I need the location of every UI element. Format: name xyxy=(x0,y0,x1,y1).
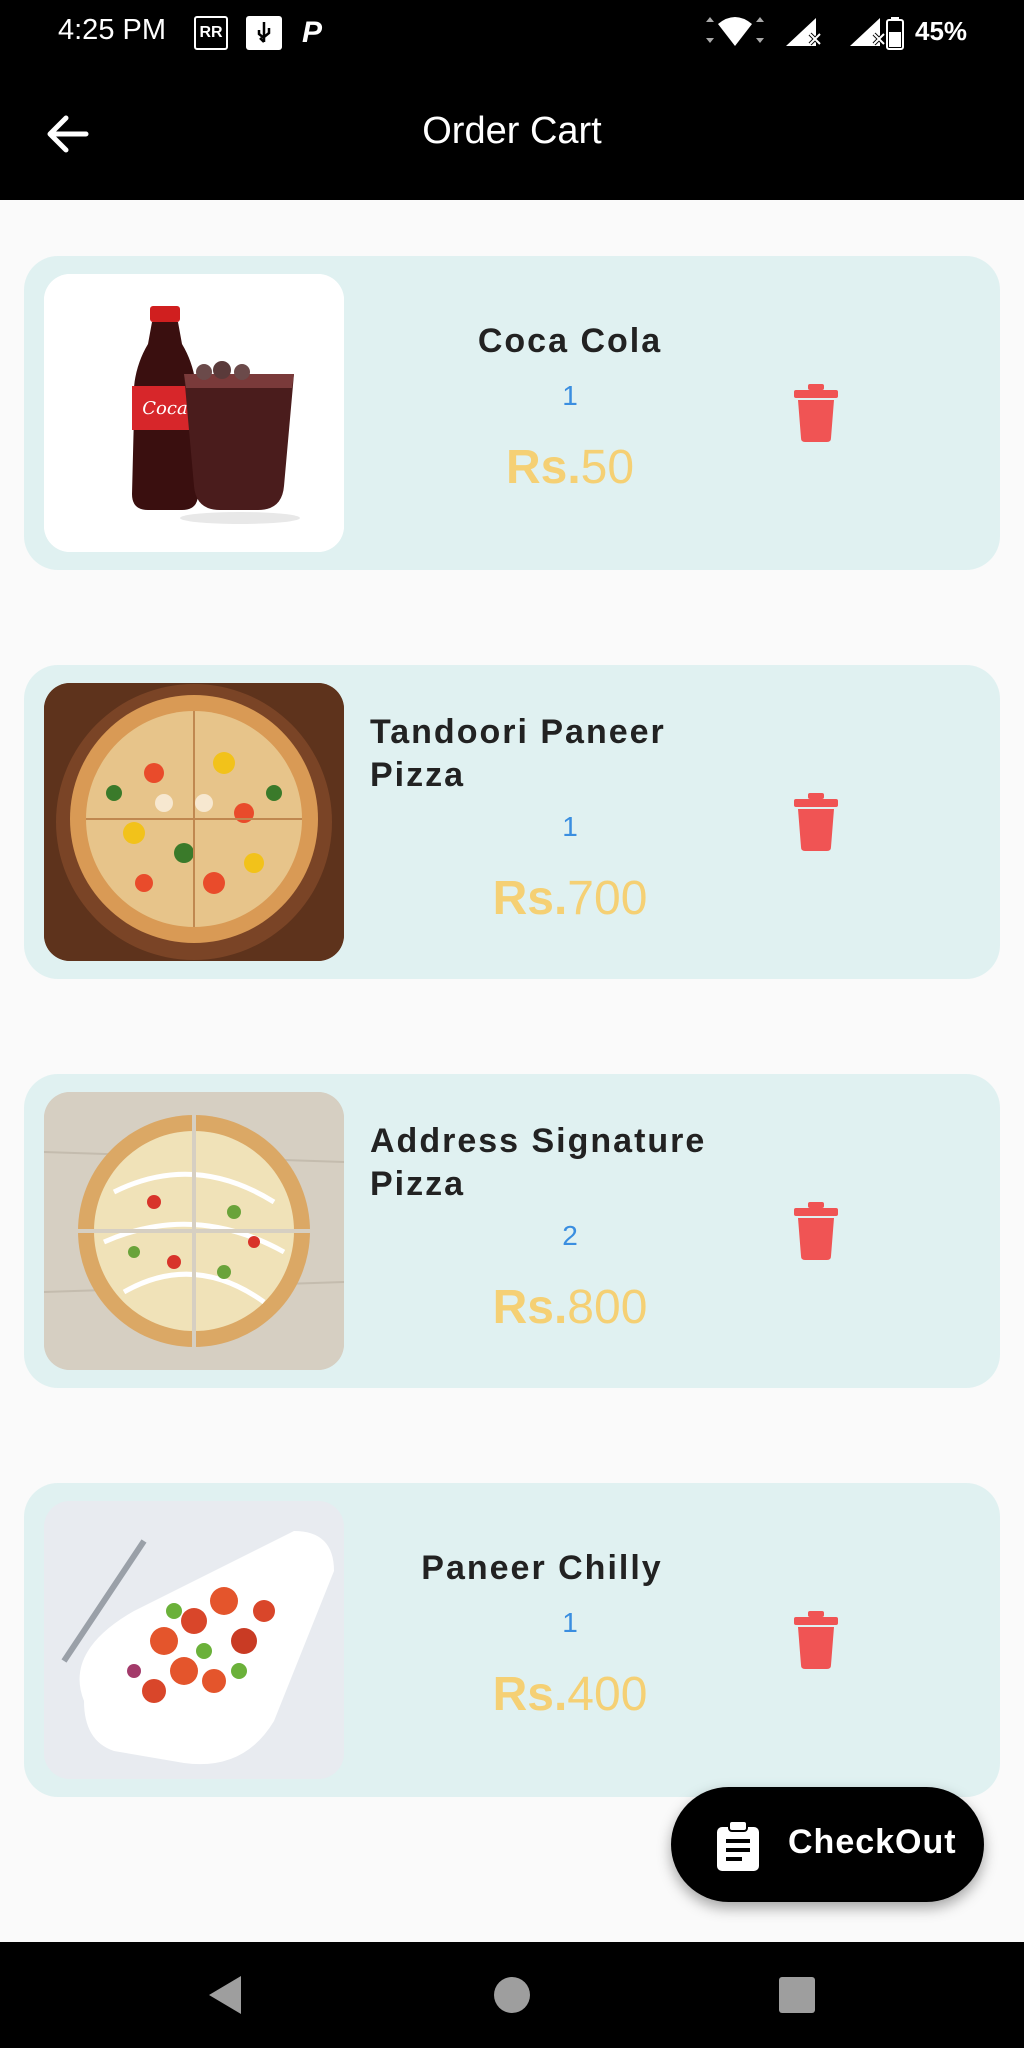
item-price: Rs.700 xyxy=(370,871,770,926)
cart-item-card: Paneer Chilly 1 Rs.400 xyxy=(24,1483,1000,1797)
square-recents-icon xyxy=(779,1977,815,2013)
checkout-button[interactable]: CheckOut xyxy=(671,1787,984,1902)
delete-button[interactable] xyxy=(792,1202,840,1260)
item-price: Rs.800 xyxy=(370,1280,770,1335)
trash-icon xyxy=(794,384,838,442)
item-quantity: 1 xyxy=(562,1607,578,1638)
item-name: Paneer Chilly xyxy=(421,1549,663,1587)
triangle-back-icon xyxy=(209,1976,241,2014)
status-time: 4:25 PM xyxy=(58,14,166,46)
signal-icon xyxy=(782,16,826,50)
price-currency: Rs. xyxy=(505,441,581,494)
trash-icon xyxy=(794,1202,838,1260)
nav-back-button[interactable] xyxy=(203,1972,249,2018)
app-bar: Order Cart xyxy=(0,66,1024,200)
signal-icon-2 xyxy=(846,16,890,50)
item-price: Rs.50 xyxy=(370,440,770,495)
battery-icon xyxy=(886,16,904,50)
signature-pizza-image xyxy=(44,1092,344,1370)
item-name: Coca Cola xyxy=(477,322,663,360)
item-info: Coca Cola 1 Rs.50 xyxy=(370,256,770,570)
item-quantity: 1 xyxy=(562,811,578,842)
item-name: Address Signature Pizza xyxy=(370,1122,707,1203)
price-amount: 800 xyxy=(567,1281,648,1334)
cart-item-card: Tandoori Paneer Pizza 1 Rs.700 xyxy=(24,665,1000,979)
svg-text:Coca: Coca xyxy=(142,398,187,419)
status-bar: 4:25 PM RR P 45% xyxy=(0,0,1024,66)
paneer-chilly-image xyxy=(44,1501,344,1779)
item-info: Tandoori Paneer Pizza 1 Rs.700 xyxy=(370,665,770,979)
cart-item-card: Address Signature Pizza 2 Rs.800 xyxy=(24,1074,1000,1388)
trash-icon xyxy=(794,1611,838,1669)
clipboard-icon xyxy=(717,1821,759,1871)
delete-button[interactable] xyxy=(792,793,840,851)
price-currency: Rs. xyxy=(492,872,568,925)
usb-icon xyxy=(246,16,282,50)
checkout-label: CheckOut xyxy=(788,1823,957,1861)
page-title: Order Cart xyxy=(422,110,602,152)
price-currency: Rs. xyxy=(492,1281,568,1334)
battery-percent: 45% xyxy=(915,16,968,46)
delete-button[interactable] xyxy=(792,384,840,442)
item-price: Rs.400 xyxy=(370,1667,770,1722)
coca-cola-image: Coca xyxy=(44,274,344,552)
sim-rr-icon: RR xyxy=(194,16,228,50)
item-name: Tandoori Paneer Pizza xyxy=(370,713,666,794)
trash-icon xyxy=(794,793,838,851)
price-currency: Rs. xyxy=(492,1668,568,1721)
parking-icon: P xyxy=(302,16,323,49)
delete-button[interactable] xyxy=(792,1611,840,1669)
item-info: Paneer Chilly 1 Rs.400 xyxy=(370,1483,770,1797)
cart-item-card: Coca Coca Cola 1 Rs.50 xyxy=(24,256,1000,570)
price-amount: 50 xyxy=(580,441,635,494)
price-amount: 700 xyxy=(567,872,648,925)
wifi-icon xyxy=(700,16,770,50)
item-quantity: 2 xyxy=(562,1220,578,1251)
nav-home-button[interactable] xyxy=(489,1972,535,2018)
circle-home-icon xyxy=(494,1977,530,2013)
price-amount: 400 xyxy=(567,1668,648,1721)
system-nav-bar xyxy=(0,1942,1024,2048)
tandoori-pizza-image xyxy=(44,683,344,961)
nav-recents-button[interactable] xyxy=(774,1972,820,2018)
item-info: Address Signature Pizza 2 Rs.800 xyxy=(370,1074,770,1388)
item-quantity: 1 xyxy=(562,380,578,411)
